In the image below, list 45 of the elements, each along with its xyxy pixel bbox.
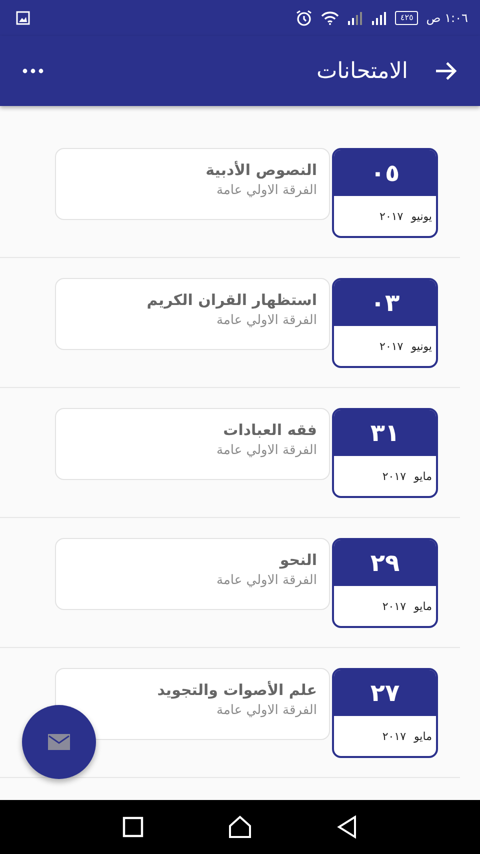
battery-indicator: ٤٢٥	[395, 11, 418, 25]
exam-month: مايو	[414, 600, 432, 612]
exam-month: مايو	[414, 730, 432, 742]
exam-month: يونيو	[411, 210, 432, 222]
exam-group: الفرقة الاولي عامة	[56, 443, 317, 458]
exam-day: ٠٣	[370, 289, 400, 317]
exam-year: ٢٠١٧	[382, 600, 406, 612]
more-options-button[interactable]	[22, 68, 44, 74]
exam-group: الفرقة الاولي عامة	[56, 703, 317, 718]
exam-month: يونيو	[411, 340, 432, 352]
exam-day: ٢٧	[370, 679, 400, 707]
mail-button[interactable]	[22, 705, 96, 779]
exam-card[interactable]: النحو الفرقة الاولي عامة	[55, 538, 330, 610]
exam-group: الفرقة الاولي عامة	[56, 573, 317, 588]
exam-day: ٠٥	[370, 159, 400, 187]
clock: ١:٠٦ ص	[426, 11, 468, 25]
exam-year: ٢٠١٧	[380, 340, 404, 352]
back-button[interactable]	[434, 60, 458, 82]
recent-apps-button[interactable]	[122, 816, 144, 838]
exam-group: الفرقة الاولي عامة	[56, 183, 317, 198]
exam-card[interactable]: علم الأصوات والتجويد الفرقة الاولي عامة	[55, 668, 330, 740]
exam-card[interactable]: فقه العبادات الفرقة الاولي عامة	[55, 408, 330, 480]
exam-title: النصوص الأدبية	[204, 161, 317, 179]
alarm-icon	[295, 9, 314, 27]
exam-group: الفرقة الاولي عامة	[56, 313, 317, 328]
signal-icon	[371, 11, 388, 25]
exam-card[interactable]: النصوص الأدبية الفرقة الاولي عامة	[55, 148, 330, 220]
exam-title: فقه العبادات	[222, 421, 317, 439]
exam-year: ٢٠١٧	[382, 730, 406, 742]
mail-icon	[48, 734, 70, 750]
back-nav-button[interactable]	[336, 815, 358, 839]
signal-icon	[347, 11, 364, 25]
wifi-icon	[321, 11, 340, 25]
exam-title: استظهار القران الكريم	[146, 291, 317, 309]
exam-title: النحو	[278, 551, 317, 569]
screen-title: الامتحانات	[316, 58, 408, 84]
exam-month: مايو	[414, 470, 432, 482]
exam-title: علم الأصوات والتجويد	[156, 681, 317, 699]
image-icon	[16, 11, 30, 25]
exam-year: ٢٠١٧	[380, 210, 404, 222]
exam-year: ٢٠١٧	[382, 470, 406, 482]
exam-day: ٢٩	[370, 549, 400, 577]
home-button[interactable]	[228, 815, 252, 839]
exam-card[interactable]: استظهار القران الكريم الفرقة الاولي عامة	[55, 278, 330, 350]
exam-day: ٣١	[370, 419, 400, 447]
